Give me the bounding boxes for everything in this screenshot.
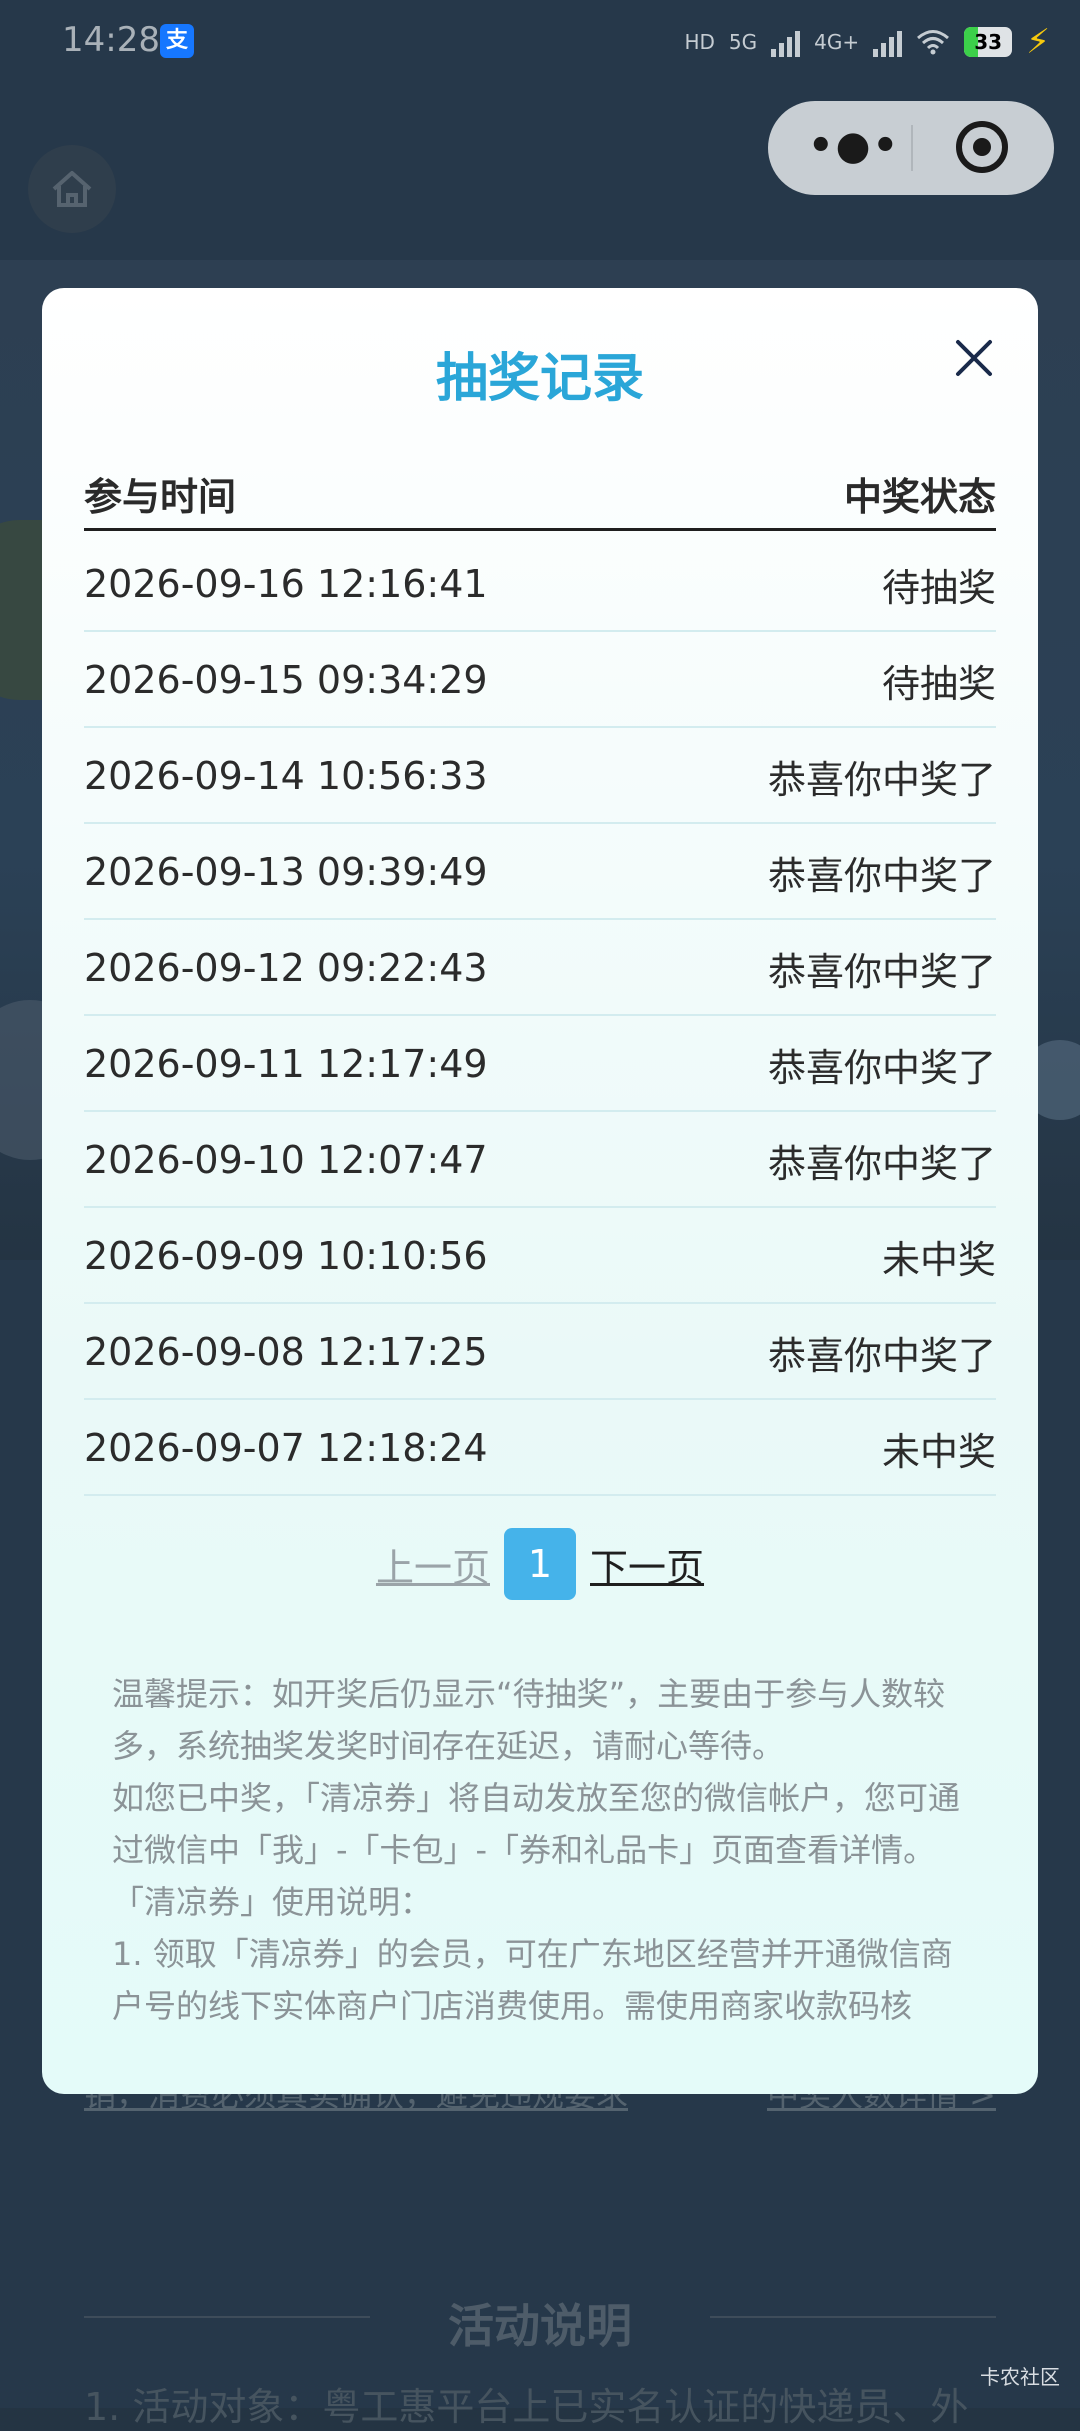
current-page[interactable]: 1 <box>504 1528 576 1600</box>
row-time: 2026-09-08 12:17:25 <box>84 1330 488 1374</box>
row-time: 2026-09-07 12:18:24 <box>84 1426 488 1470</box>
row-time: 2026-09-11 12:17:49 <box>84 1042 488 1086</box>
row-time: 2026-09-15 09:34:29 <box>84 658 488 702</box>
battery-level: 33 <box>974 30 1003 54</box>
record-list: 2026-09-16 12:16:41 待抽奖 2026-09-15 09:34:… <box>84 538 996 1498</box>
table-row: 2026-09-14 10:56:33 恭喜你中奖了 <box>84 730 996 824</box>
row-status: 恭喜你中奖了 <box>767 853 996 898</box>
row-status: 未中奖 <box>881 1237 996 1282</box>
miniprogram-capsule: •●• <box>768 101 1054 195</box>
battery-icon: 33 <box>964 27 1013 57</box>
row-time: 2026-09-12 09:22:43 <box>84 946 488 990</box>
tips-text: 温馨提示：如开奖后仍显示“待抽奖”，主要由于参与人数较多，系统抽奖发奖时间存在延… <box>112 1668 968 2032</box>
modal-title: 抽奖记录 <box>435 349 644 409</box>
pagination: 上一页 1 下一页 <box>42 1528 1038 1600</box>
row-time: 2026-09-14 10:56:33 <box>84 754 488 798</box>
table-row: 2026-09-10 12:07:47 恭喜你中奖了 <box>84 1114 996 1208</box>
row-status: 恭喜你中奖了 <box>767 757 996 802</box>
watermark: 卡农社区 <box>980 2365 1060 2389</box>
row-status: 恭喜你中奖了 <box>767 1333 996 1378</box>
hd-icon: HD <box>684 30 715 54</box>
row-status: 恭喜你中奖了 <box>767 949 996 994</box>
next-page-button[interactable]: 下一页 <box>590 1537 704 1592</box>
more-icon[interactable]: •●• <box>808 123 900 169</box>
section-title: 活动说明 <box>448 2299 632 2353</box>
row-time: 2026-09-16 12:16:41 <box>84 562 488 606</box>
table-row: 2026-09-07 12:18:24 未中奖 <box>84 1402 996 1496</box>
wifi-icon <box>917 30 950 55</box>
row-time: 2026-09-13 09:39:49 <box>84 850 488 894</box>
tip-paragraph: 温馨提示：如开奖后仍显示“待抽奖”，主要由于参与人数较多，系统抽奖发奖时间存在延… <box>112 1675 946 1765</box>
home-button[interactable] <box>28 145 116 233</box>
rule-text: 1. 活动对象：粤工惠平台上已实名认证的快递员、外 <box>84 2385 969 2429</box>
prev-page-button[interactable]: 上一页 <box>376 1537 490 1592</box>
table-row: 2026-09-08 12:17:25 恭喜你中奖了 <box>84 1306 996 1400</box>
close-icon[interactable] <box>952 336 996 380</box>
table-row: 2026-09-09 10:10:56 未中奖 <box>84 1210 996 1304</box>
signal-icon <box>771 27 801 57</box>
table-row: 2026-09-11 12:17:49 恭喜你中奖了 <box>84 1018 996 1112</box>
row-status: 待抽奖 <box>881 565 996 610</box>
home-icon <box>52 171 92 207</box>
status-bar: 14:28 支 HD 5G 4G+ 33 ⚡ <box>0 0 1080 84</box>
row-status: 待抽奖 <box>881 661 996 706</box>
table-row: 2026-09-15 09:34:29 待抽奖 <box>84 634 996 728</box>
column-header-status: 中奖状态 <box>843 474 996 519</box>
table-row: 2026-09-13 09:39:49 恭喜你中奖了 <box>84 826 996 920</box>
tip-paragraph: 如您已中奖，「清凉券」将自动发放至您的微信帐户，您可通过微信中「我」-「卡包」-… <box>112 1779 961 1869</box>
tip-paragraph: 1. 领取「清凉券」的会员，可在广东地区经营并开通微信商户号的线下实体商户门店消… <box>112 1935 953 2025</box>
charging-icon: ⚡ <box>1026 22 1050 62</box>
row-time: 2026-09-10 12:07:47 <box>84 1138 488 1182</box>
draw-record-modal: 抽奖记录 参与时间 中奖状态 2026-09-16 12:16:41 待抽奖 20… <box>42 288 1038 2094</box>
table-row: 2026-09-16 12:16:41 待抽奖 <box>84 538 996 632</box>
row-status: 恭喜你中奖了 <box>767 1141 996 1186</box>
network-4g-label: 4G+ <box>814 30 860 54</box>
table-header: 参与时间 中奖状态 <box>84 458 996 531</box>
signal-icon <box>873 27 903 57</box>
row-status: 恭喜你中奖了 <box>767 1045 996 1090</box>
tip-paragraph: 「清凉券」使用说明： <box>112 1883 433 1921</box>
status-icons: HD 5G 4G+ 33 ⚡ <box>684 22 1050 62</box>
status-time: 14:28 <box>62 20 160 60</box>
network-5g-label: 5G <box>728 30 758 54</box>
column-header-time: 参与时间 <box>84 474 237 519</box>
row-status: 未中奖 <box>881 1429 996 1474</box>
divider <box>710 2316 996 2318</box>
row-time: 2026-09-09 10:10:56 <box>84 1234 488 1278</box>
capsule-divider <box>911 125 913 171</box>
alipay-icon: 支 <box>160 24 194 58</box>
table-row: 2026-09-12 09:22:43 恭喜你中奖了 <box>84 922 996 1016</box>
close-miniprogram-icon[interactable] <box>956 121 1008 173</box>
